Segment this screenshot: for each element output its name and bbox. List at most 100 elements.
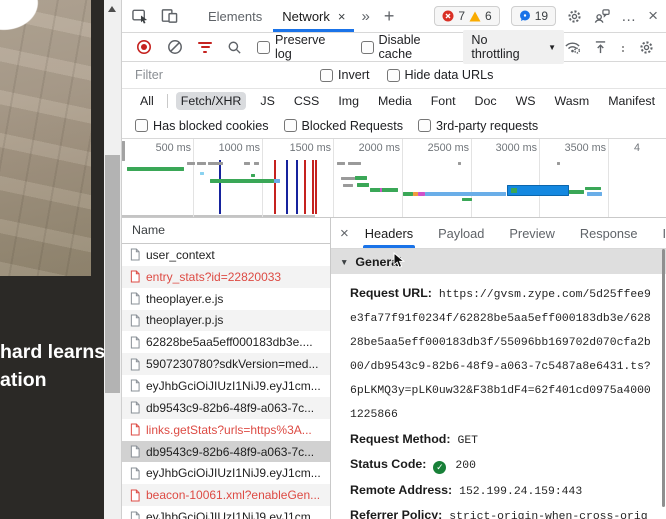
- settings-gear-icon[interactable]: [567, 9, 582, 24]
- filter-input[interactable]: [135, 68, 303, 82]
- overview-selection-edge: [122, 215, 315, 217]
- disable-cache-checkbox[interactable]: Disable cache: [360, 33, 458, 61]
- waterfall-bar: [208, 162, 223, 165]
- details-tabbar: × Headers Payload Preview Response Initiator: [331, 218, 666, 249]
- export-har-icon[interactable]: [594, 40, 607, 55]
- inspect-element-icon[interactable]: [132, 8, 149, 24]
- scrollbar-up-arrow-icon[interactable]: [108, 6, 116, 12]
- request-name: db9543c9-82b6-48f9-a063-7c...: [146, 400, 315, 415]
- filter-chip-font[interactable]: Font: [426, 92, 461, 110]
- device-toolbar-icon[interactable]: [161, 8, 178, 24]
- tab-close-icon[interactable]: ×: [338, 9, 346, 24]
- issues-badge[interactable]: 19: [510, 6, 557, 26]
- waterfall-bar: [251, 174, 255, 177]
- checkbox-box[interactable]: [135, 119, 148, 132]
- filter-chip-doc[interactable]: Doc: [470, 92, 502, 110]
- request-row[interactable]: eyJhbGciOiJIUzI1NiJ9.eyJ1cm...: [122, 375, 330, 397]
- filter-chip-wasm[interactable]: Wasm: [550, 92, 595, 110]
- request-row[interactable]: eyJhbGciOiJIUzI1NiJ9.eyJ1cm...: [122, 462, 330, 484]
- request-row[interactable]: beacon-10061.xml?enableGen...: [122, 484, 330, 507]
- waterfall-bar: [187, 162, 195, 165]
- detail-tab-initiator[interactable]: Initiator: [663, 218, 666, 248]
- preserve-log-checkbox[interactable]: Preserve log: [257, 33, 346, 61]
- new-tab-icon[interactable]: +: [384, 6, 395, 27]
- throttling-select[interactable]: No throttling ▼: [463, 30, 564, 64]
- waterfall-bar: [511, 188, 517, 193]
- request-row[interactable]: eyJhbGciOiJIUzI1NiJ9.eyJ1cm...: [122, 506, 330, 519]
- filter-chip-manifest[interactable]: Manifest: [603, 92, 660, 110]
- tab-elements[interactable]: Elements: [198, 0, 272, 32]
- general-section-header[interactable]: ▼ General: [331, 249, 666, 274]
- page-caption-line2: ation: [0, 369, 47, 391]
- filter-chip-js[interactable]: JS: [255, 92, 279, 110]
- request-row[interactable]: links.getStats?urls=https%3A...: [122, 419, 330, 441]
- network-settings-gear-icon[interactable]: [639, 40, 654, 55]
- hide-data-urls-checkbox[interactable]: Hide data URLs: [386, 68, 493, 82]
- errors-warnings-badge[interactable]: 7 6: [434, 6, 500, 26]
- request-name: eyJhbGciOiJIUzI1NiJ9.eyJ1cm...: [146, 466, 321, 481]
- request-row[interactable]: user_context: [122, 244, 330, 266]
- filter-chip-all[interactable]: All: [135, 92, 159, 110]
- header-field: Status Code: ✓ 200: [350, 453, 651, 477]
- detail-tab-headers[interactable]: Headers: [362, 218, 416, 248]
- detail-tab-response[interactable]: Response: [580, 218, 638, 248]
- name-column-header[interactable]: Name: [122, 218, 330, 244]
- search-icon[interactable]: [227, 40, 242, 55]
- request-row[interactable]: entry_stats?id=22820033: [122, 265, 330, 288]
- request-row[interactable]: theoplayer.e.js: [122, 288, 330, 310]
- close-devtools-icon[interactable]: ×: [648, 6, 658, 26]
- request-row[interactable]: db9543c9-82b6-48f9-a063-7c...: [122, 396, 330, 419]
- dropdown-arrow-icon: ▼: [548, 42, 556, 52]
- checkbox-box[interactable]: [283, 119, 297, 132]
- page-caption-line1: hard learns: [0, 341, 106, 363]
- checkbox-box[interactable]: [418, 119, 432, 132]
- clear-network-log-icon[interactable]: [167, 39, 183, 55]
- page-photo: [0, 0, 91, 276]
- waterfall-bar: [403, 192, 413, 196]
- checkbox-box[interactable]: [386, 68, 400, 82]
- request-row[interactable]: theoplayer.p.js: [122, 309, 330, 332]
- filter-chip-ws[interactable]: WS: [511, 92, 541, 110]
- filter-chip-fetch-xhr[interactable]: Fetch/XHR: [175, 92, 247, 110]
- details-tabs: Headers Payload Preview Response Initiator: [362, 218, 666, 248]
- waterfall-bar: [587, 192, 602, 196]
- devtools-tabbar: Elements Network × » + 7 6 19 … ×: [122, 0, 666, 33]
- more-tabs-icon[interactable]: »: [361, 8, 369, 25]
- checkbox-label: 3rd-party requests: [436, 118, 539, 133]
- network-overview-timeline[interactable]: 500 ms 1000 ms 1500 ms 2000 ms 2500 ms 3000 m…: [122, 139, 666, 218]
- checkbox-blocked-requests[interactable]: Blocked Requests: [283, 119, 403, 133]
- throttling-value: No throttling: [471, 33, 520, 61]
- filter-chip-media[interactable]: Media: [373, 92, 417, 110]
- tab-network[interactable]: Network ×: [272, 0, 355, 32]
- close-details-icon[interactable]: ×: [340, 225, 349, 242]
- request-row[interactable]: 62828be5aa5eff000183db3e....: [122, 331, 330, 353]
- page-scrollbar[interactable]: [104, 0, 121, 519]
- feedback-icon[interactable]: [593, 8, 610, 24]
- filter-chip-css[interactable]: CSS: [289, 92, 324, 110]
- detail-tab-payload[interactable]: Payload: [438, 218, 484, 248]
- timeline-tick-label: 1500 ms: [289, 142, 331, 154]
- checkbox-box[interactable]: [360, 40, 374, 54]
- waterfall-bar: [274, 179, 280, 183]
- disclosure-triangle-icon[interactable]: ▼: [340, 257, 348, 267]
- request-row[interactable]: 5907230780?sdkVersion=med...: [122, 353, 330, 376]
- checkbox-3rd-party-requests[interactable]: 3rd-party requests: [418, 119, 538, 133]
- network-toolbar: Preserve log Disable cache No throttling…: [122, 30, 666, 64]
- filter-chip-img[interactable]: Img: [333, 92, 364, 110]
- timeline-tick-label: 3500 ms: [564, 142, 606, 154]
- scrollbar-thumb[interactable]: [105, 155, 120, 393]
- checkbox-box[interactable]: [320, 68, 333, 82]
- checkbox-box[interactable]: [257, 40, 270, 54]
- file-icon: [130, 467, 140, 480]
- tab-label: Network: [282, 8, 330, 24]
- network-conditions-icon[interactable]: [564, 40, 581, 54]
- request-row[interactable]: db9543c9-82b6-48f9-a063-7c...: [122, 440, 330, 463]
- details-scrollbar-thumb[interactable]: [662, 249, 665, 507]
- detail-tab-preview[interactable]: Preview: [509, 218, 555, 248]
- more-options-icon[interactable]: …: [621, 8, 637, 25]
- record-network-log-icon[interactable]: [136, 39, 152, 55]
- file-icon: [130, 423, 140, 436]
- filter-icon[interactable]: [198, 41, 212, 53]
- invert-checkbox[interactable]: Invert: [320, 68, 370, 82]
- checkbox-has-blocked-cookies[interactable]: Has blocked cookies: [135, 119, 269, 133]
